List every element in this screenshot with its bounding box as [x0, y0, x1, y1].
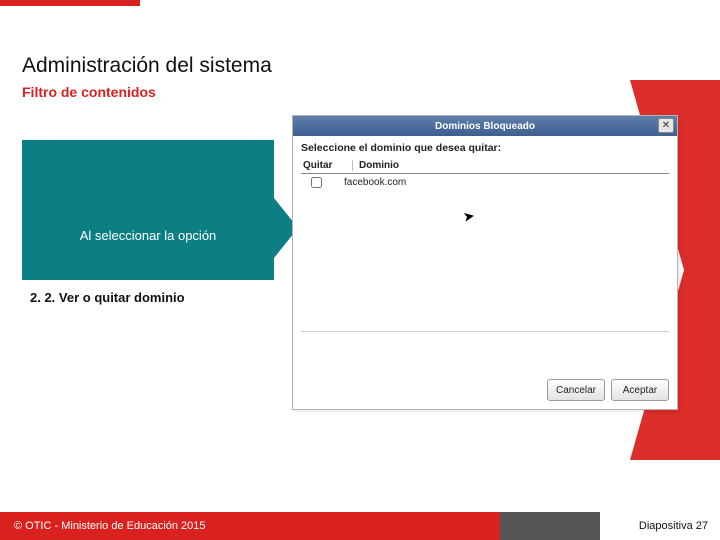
mouse-cursor-icon: ➤	[462, 207, 477, 226]
top-accent-bar	[0, 0, 140, 6]
table-row: facebook.com	[301, 174, 669, 191]
row-remove-checkbox[interactable]	[311, 177, 322, 188]
table-header: Quitar Dominio	[301, 158, 669, 174]
callout-box: Al seleccionar la opción 2. 2. Ver o qui…	[22, 140, 274, 315]
page-title: Administración del sistema	[22, 54, 272, 78]
cancel-button[interactable]: Cancelar	[547, 379, 605, 401]
ok-button[interactable]: Aceptar	[611, 379, 669, 401]
dialog-titlebar: Dominios Bloqueado ✕	[293, 116, 677, 136]
footer-divider	[500, 512, 600, 540]
dialog-title: Dominios Bloqueado	[293, 121, 677, 132]
close-button[interactable]: ✕	[658, 118, 674, 133]
column-domain: Dominio	[353, 160, 669, 171]
footer-page-number: Diapositiva 27	[600, 512, 720, 540]
dialog-separator	[301, 331, 669, 332]
column-remove: Quitar	[301, 160, 353, 171]
row-domain-value: facebook.com	[344, 177, 406, 188]
page-subtitle: Filtro de contenidos	[22, 84, 156, 100]
close-icon: ✕	[662, 121, 670, 131]
blocked-domains-dialog: Dominios Bloqueado ✕ Seleccione el domin…	[292, 115, 678, 410]
footer-copyright: © OTIC - Ministerio de Educación 2015	[0, 512, 500, 540]
callout-text-1: Al seleccionar la opción	[22, 228, 274, 243]
callout-text-2: 2. 2. Ver o quitar dominio	[22, 280, 274, 315]
dialog-instruction: Seleccione el dominio que desea quitar:	[301, 142, 669, 154]
footer: © OTIC - Ministerio de Educación 2015 Di…	[0, 512, 720, 540]
